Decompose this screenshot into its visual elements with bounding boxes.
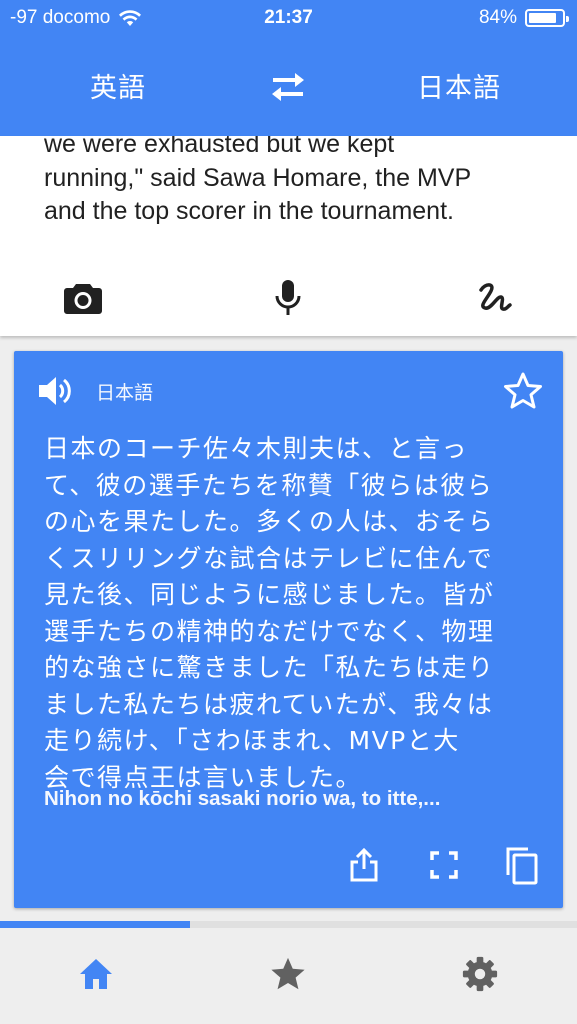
translation-line: くスリリングな試合はテレビに住んで xyxy=(44,543,494,573)
camera-button[interactable] xyxy=(58,273,108,323)
swap-languages-button[interactable] xyxy=(267,70,309,104)
translation-card: 日本語 日本のコーチ佐々木則夫は、と言っ て、彼の選手たちを称賛「彼らは彼ら の… xyxy=(14,351,563,908)
progress-fill xyxy=(0,921,191,928)
fullscreen-button[interactable] xyxy=(422,843,466,887)
translation-text[interactable]: 日本のコーチ佐々木則夫は、と言っ て、彼の選手たちを称賛「彼らは彼ら の心を果た… xyxy=(44,431,541,796)
copy-button[interactable] xyxy=(500,843,544,887)
copy-icon xyxy=(506,847,538,885)
camera-icon xyxy=(64,284,102,314)
voice-input-button[interactable] xyxy=(263,273,313,323)
translation-language-label: 日本語 xyxy=(96,382,154,404)
source-text[interactable]: we were exhausted but we kept running," … xyxy=(44,136,564,229)
microphone-icon xyxy=(275,280,301,315)
listen-button[interactable] xyxy=(36,371,76,411)
share-icon xyxy=(350,847,378,882)
input-methods-bar xyxy=(0,273,577,323)
handwriting-button[interactable] xyxy=(470,273,520,323)
source-line: we were exhausted but we kept xyxy=(44,136,395,158)
status-bar: -97 docomo 21:37 84% xyxy=(0,0,577,36)
battery-level-fill xyxy=(529,13,556,23)
nav-home[interactable] xyxy=(74,952,118,996)
share-button[interactable] xyxy=(342,843,386,887)
source-language-selector[interactable]: 英語 xyxy=(90,66,146,105)
battery-cap xyxy=(566,16,569,22)
star-outline-icon xyxy=(504,372,542,409)
handwriting-icon xyxy=(479,283,512,311)
source-line: and the top scorer in the tournament. xyxy=(44,197,454,225)
source-line: running," said Sawa Homare, the MVP xyxy=(44,163,472,192)
swap-arrows-icon xyxy=(272,73,304,101)
language-bar: 英語 日本語 xyxy=(0,36,577,136)
battery-icon xyxy=(525,9,569,27)
translation-line: の心を果たした。多くの人は、おそら xyxy=(44,507,495,536)
nav-settings[interactable] xyxy=(458,952,502,996)
target-language-selector[interactable]: 日本語 xyxy=(417,66,501,105)
bottom-navigation xyxy=(0,928,577,1024)
translation-line: て、彼の選手たちを称賛「彼らは彼ら xyxy=(44,470,494,500)
progress-bar xyxy=(0,921,577,928)
nav-phrasebook[interactable] xyxy=(266,952,310,996)
star-icon xyxy=(271,957,305,990)
settings-icon xyxy=(462,956,498,992)
save-phrase-button[interactable] xyxy=(503,371,543,411)
translation-line: 走り続け、「さわほまれ、MVPと大 xyxy=(44,726,460,755)
romanization-text[interactable]: Nihon no kōchi sasaki norio wa, to itte,… xyxy=(44,787,544,811)
speaker-icon xyxy=(39,377,71,405)
source-input-card[interactable]: we were exhausted but we kept running," … xyxy=(0,136,577,336)
translation-line: 的な強さに驚きました「私たちは走り xyxy=(44,653,495,682)
battery-percent: 84% xyxy=(478,7,517,28)
home-icon xyxy=(80,959,112,989)
status-battery-group: 84% xyxy=(478,7,569,29)
translation-line: 見た後、同じように感じました。皆が xyxy=(44,580,495,609)
translation-line: 選手たちの精神的なだけでなく、物理 xyxy=(44,616,495,646)
fullscreen-icon xyxy=(430,851,458,879)
translation-line: ました私たちは疲れていたが、我々は xyxy=(44,689,494,719)
translation-line: 日本のコーチ佐々木則夫は、と言っ xyxy=(44,434,469,463)
